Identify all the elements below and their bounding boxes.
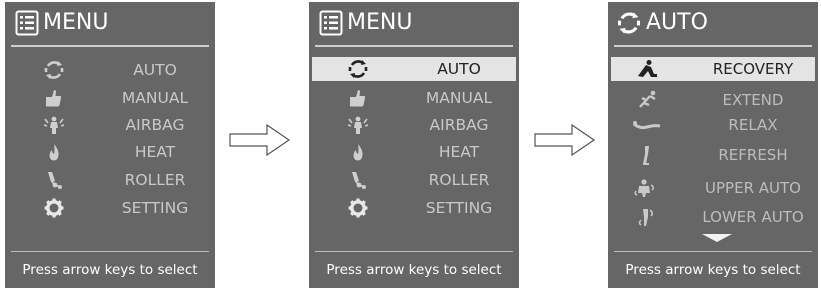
menu-item-label: ROLLER [124, 171, 186, 189]
menu-item-label: SETTING [121, 199, 189, 217]
screen-header: AUTO [608, 2, 818, 46]
menu-item-setting[interactable]: SETTING [5, 196, 215, 220]
auto-item-label: LOWER AUTO [702, 208, 804, 226]
header-divider [315, 45, 513, 47]
screen-header: MENU [5, 2, 215, 46]
upper-body-icon [632, 178, 662, 198]
menu-item-heat[interactable]: HEAT [309, 140, 519, 164]
refresh-figure-icon [632, 145, 662, 165]
flame-icon [43, 142, 65, 162]
menu-item-label: MANUAL [425, 89, 493, 107]
auto-item-extend[interactable]: EXTEND [608, 88, 818, 112]
extend-figure-icon [632, 90, 662, 110]
screen-title: AUTO [646, 10, 708, 35]
gear-icon [43, 198, 65, 218]
roller-icon [43, 170, 65, 190]
list-icon [319, 10, 343, 36]
recovery-figure-icon [632, 59, 662, 79]
footer-divider [315, 251, 513, 252]
cycle-icon [616, 10, 642, 36]
chevron-down-icon[interactable] [702, 234, 732, 242]
right-arrow-icon [534, 123, 596, 157]
footer-hint: Press arrow keys to select [22, 262, 198, 278]
menu-item-roller[interactable]: ROLLER [5, 168, 215, 192]
auto-item-lower-auto[interactable]: LOWER AUTO [608, 205, 818, 229]
auto-item-label: UPPER AUTO [705, 179, 801, 197]
screen-header: MENU [309, 2, 519, 46]
auto-item-label: REFRESH [718, 146, 788, 164]
menu-item-label: AUTO [437, 60, 481, 78]
cycle-icon [43, 60, 65, 80]
gear-icon [347, 198, 369, 218]
airbag-icon [347, 115, 369, 135]
auto-item-label: RECOVERY [712, 60, 794, 78]
auto-screen: AUTO RECOVERY EXTEND RELAX REFRESH UPPER… [608, 2, 818, 288]
thumb-icon [43, 88, 65, 108]
menu-item-roller[interactable]: ROLLER [309, 168, 519, 192]
menu-item-label: MANUAL [121, 89, 189, 107]
menu-item-heat[interactable]: HEAT [5, 140, 215, 164]
screen-title: MENU [43, 10, 109, 35]
menu-item-manual[interactable]: MANUAL [5, 86, 215, 110]
menu-item-label: SETTING [425, 199, 493, 217]
menu-item-airbag[interactable]: AIRBAG [5, 113, 215, 137]
menu-screen-auto-selected: MENU AUTO MANUAL AIRBAG HEAT ROLLER SETT… [309, 2, 519, 288]
menu-item-manual[interactable]: MANUAL [309, 86, 519, 110]
flame-icon [347, 142, 369, 162]
thumb-icon [347, 88, 369, 108]
right-arrow-icon [229, 123, 291, 157]
auto-item-recovery-selected[interactable]: RECOVERY [611, 57, 815, 81]
list-icon [15, 10, 39, 36]
auto-item-upper-auto[interactable]: UPPER AUTO [608, 176, 818, 200]
auto-item-label: EXTEND [722, 91, 784, 109]
menu-item-label: ROLLER [428, 171, 490, 189]
airbag-icon [43, 115, 65, 135]
menu-item-label: AIRBAG [125, 116, 185, 134]
auto-item-refresh[interactable]: REFRESH [608, 143, 818, 167]
menu-item-auto-selected[interactable]: AUTO [312, 57, 516, 81]
header-divider [614, 45, 812, 47]
footer-divider [614, 251, 812, 252]
menu-item-airbag[interactable]: AIRBAG [309, 113, 519, 137]
footer-hint: Press arrow keys to select [326, 262, 502, 278]
cycle-icon [347, 59, 369, 79]
auto-item-label: RELAX [728, 116, 778, 134]
menu-screen: MENU AUTO MANUAL AIRBAG HEAT ROLLER SETT… [5, 2, 215, 288]
menu-item-auto[interactable]: AUTO [5, 58, 215, 82]
screen-title: MENU [347, 10, 413, 35]
auto-item-relax[interactable]: RELAX [608, 113, 818, 137]
footer-hint: Press arrow keys to select [625, 262, 801, 278]
menu-item-label: AUTO [133, 61, 177, 79]
menu-item-setting[interactable]: SETTING [309, 196, 519, 220]
footer-divider [11, 251, 209, 252]
menu-item-label: AIRBAG [429, 116, 489, 134]
menu-item-label: HEAT [134, 143, 176, 161]
roller-icon [347, 170, 369, 190]
lower-body-icon [632, 207, 662, 227]
relax-figure-icon [632, 115, 662, 135]
menu-item-label: HEAT [438, 143, 480, 161]
header-divider [11, 45, 209, 47]
